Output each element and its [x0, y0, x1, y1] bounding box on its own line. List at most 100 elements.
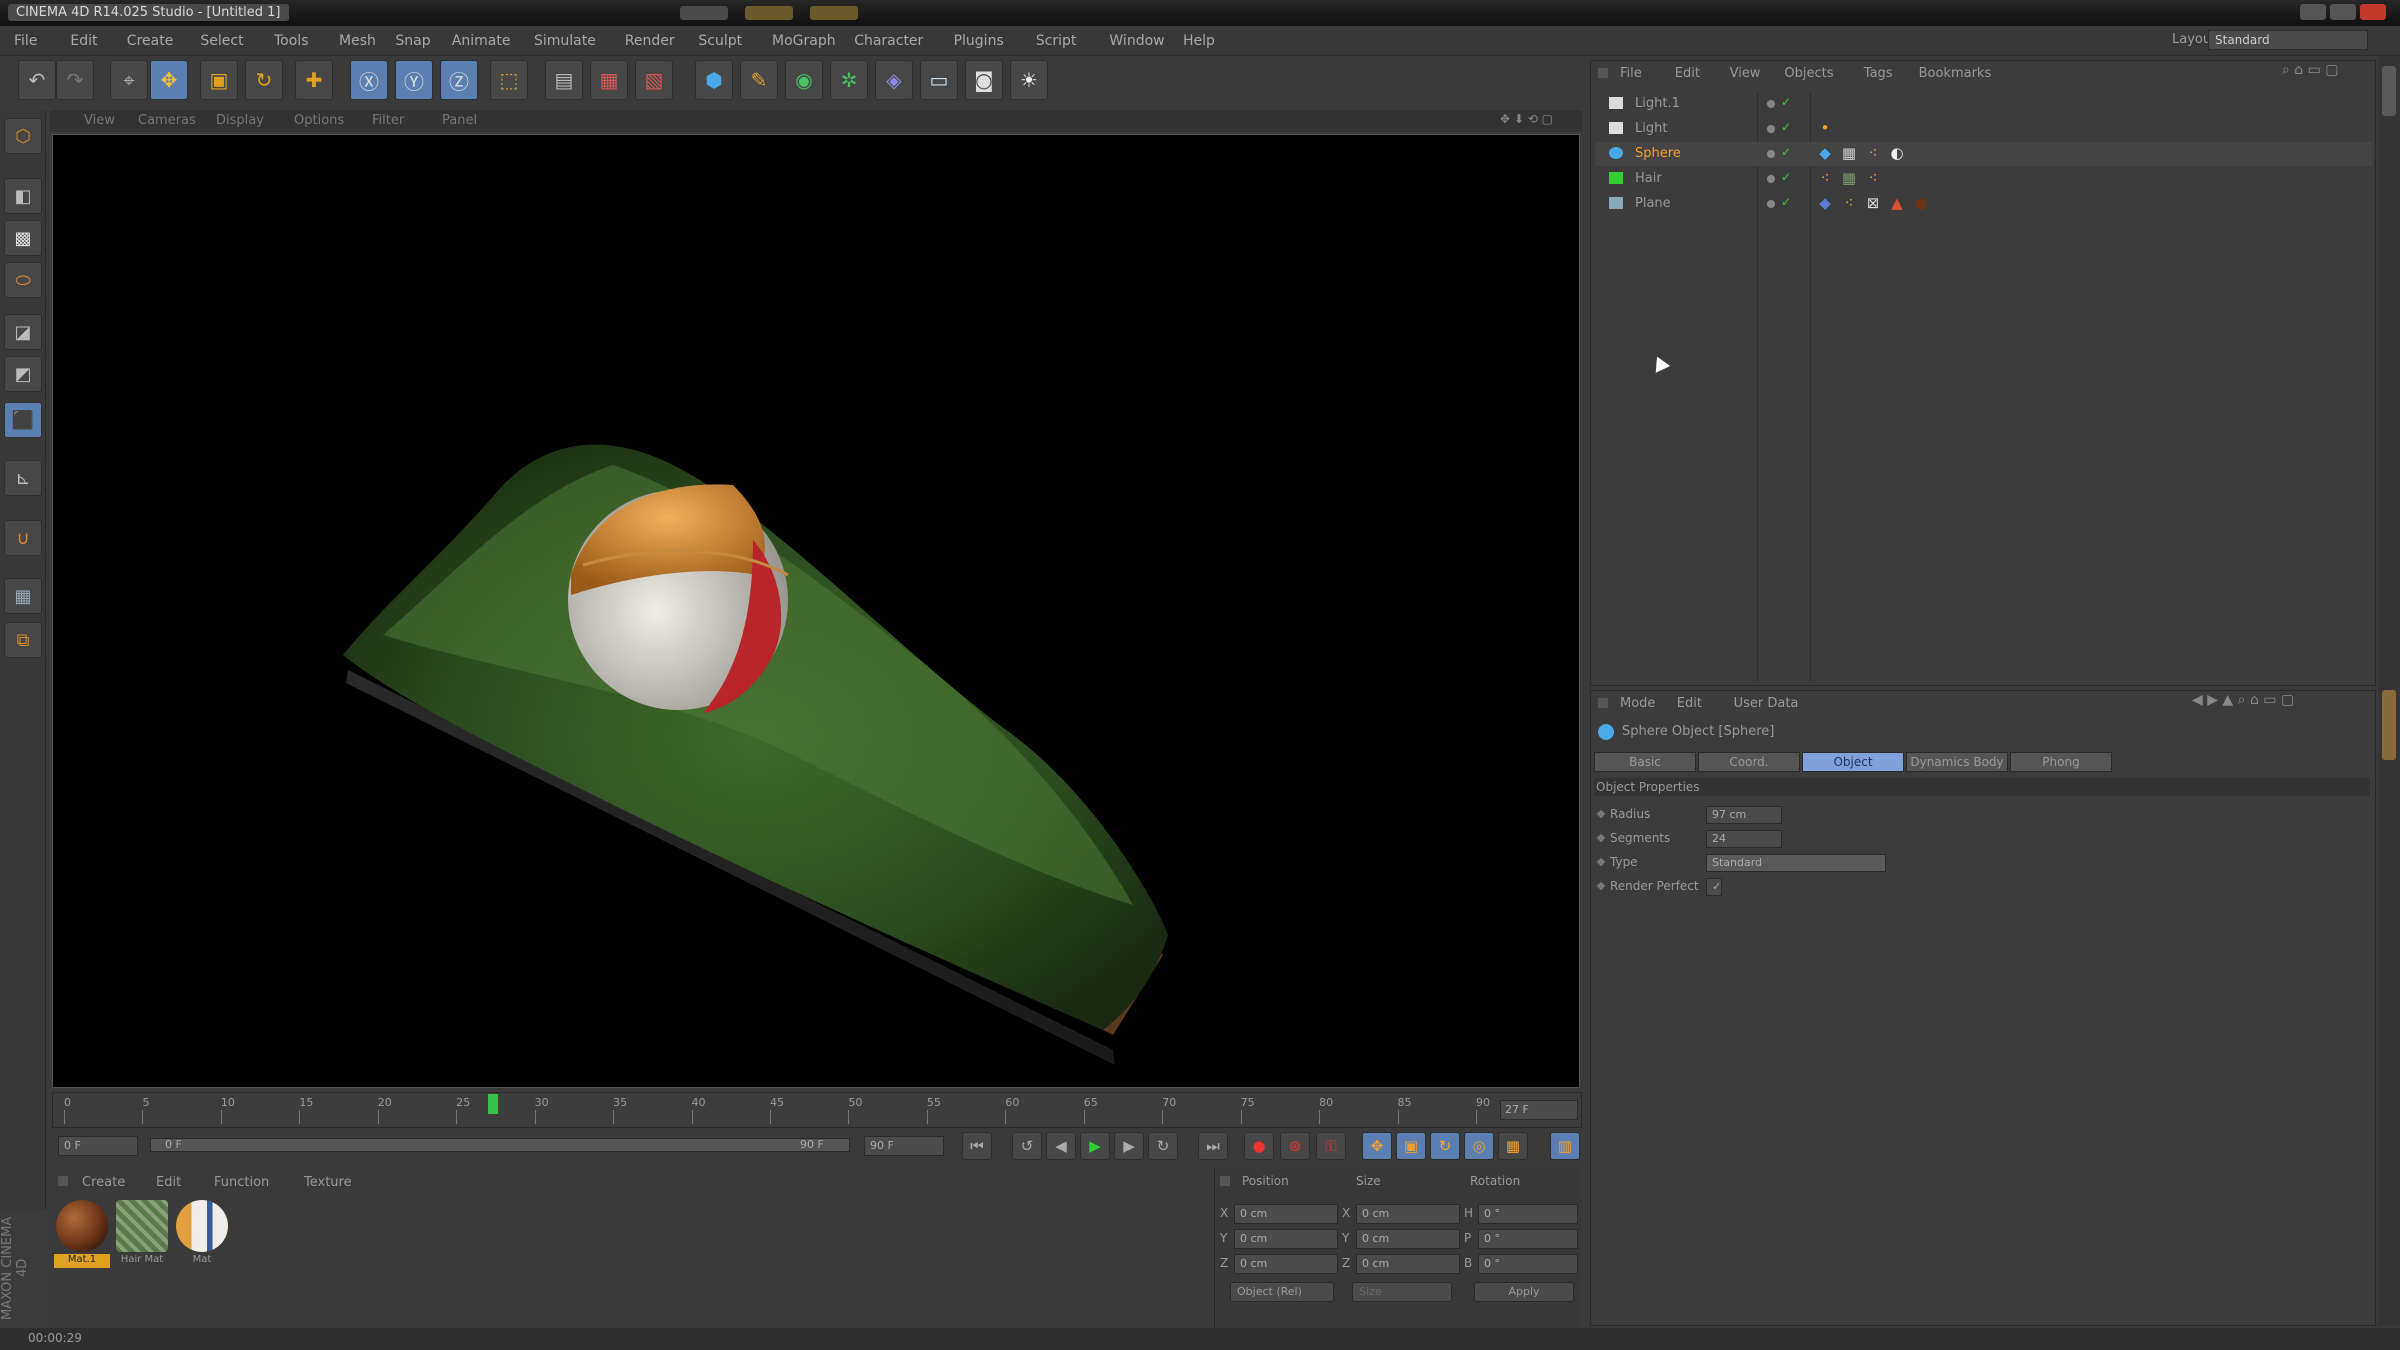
viewport-menu-panel[interactable]: Panel	[442, 113, 477, 128]
undo-icon[interactable]: ↶	[18, 60, 56, 100]
coordinate-mode-select[interactable]: Object (Rel)	[1230, 1282, 1334, 1302]
viewport-menu-display[interactable]: Display	[216, 113, 264, 128]
deformer-icon[interactable]: ◈	[875, 60, 913, 100]
end-frame-field[interactable]: 90 F	[864, 1136, 944, 1156]
cube-object-icon[interactable]: ⬢	[695, 60, 733, 100]
menu-script[interactable]: Script	[1036, 33, 1077, 49]
object-tag-icon[interactable]: ●	[1912, 194, 1930, 212]
visibility-dots-icon[interactable]	[1767, 100, 1775, 108]
menu-create[interactable]: Create	[127, 33, 174, 49]
play-icon[interactable]: ▶	[1080, 1132, 1110, 1160]
go-to-start-icon[interactable]: ⏮	[962, 1132, 992, 1160]
live-selection-icon[interactable]: ⌖	[110, 60, 148, 100]
menu-file[interactable]: File	[14, 33, 37, 49]
object-tag-icon[interactable]: ◆	[1816, 194, 1834, 212]
viewport-nav-icons[interactable]: ✥ ⬇ ⟲ ▢	[1500, 112, 1553, 126]
recent-tool-icon[interactable]: ✚	[295, 60, 333, 100]
object-tag-icon[interactable]: ⊠	[1864, 194, 1882, 212]
object-tag-icon[interactable]: ⁖	[1864, 144, 1882, 162]
apply-button[interactable]: Apply	[1474, 1282, 1574, 1302]
edges-mode-icon[interactable]: ◩	[4, 356, 42, 392]
tab-basic[interactable]: Basic	[1594, 752, 1696, 772]
visibility-dots-icon[interactable]	[1767, 150, 1775, 158]
workplane-grid-icon[interactable]: ▦	[4, 578, 42, 614]
next-key-icon[interactable]: ↻	[1148, 1132, 1178, 1160]
object-tag-icon[interactable]: ⁖	[1864, 169, 1882, 187]
minimize-button[interactable]	[2300, 4, 2326, 20]
points-mode-icon[interactable]: ◪	[4, 314, 42, 350]
object-menu-file[interactable]: File	[1620, 66, 1642, 81]
menu-render[interactable]: Render	[625, 33, 675, 49]
size-field[interactable]: 0 cm	[1356, 1229, 1460, 1249]
material-swatch[interactable]: Mat	[174, 1198, 230, 1270]
property-field-radius[interactable]: 97 cm	[1706, 806, 1782, 824]
go-to-end-icon[interactable]: ⏭	[1198, 1132, 1228, 1160]
3d-viewport[interactable]	[52, 134, 1580, 1088]
taskbar-tab[interactable]	[745, 6, 793, 20]
menu-animate[interactable]: Animate	[452, 33, 511, 49]
enabled-check-icon[interactable]: ✓	[1781, 145, 1791, 159]
tab-phong[interactable]: Phong	[2010, 752, 2112, 772]
tab-dynamics-body[interactable]: Dynamics Body	[1906, 752, 2008, 772]
next-frame-icon[interactable]: ▶	[1114, 1132, 1144, 1160]
menu-edit[interactable]: Edit	[70, 33, 97, 49]
viewport-menu-view[interactable]: View	[84, 113, 115, 128]
scale-tool-icon[interactable]: ▣	[200, 60, 238, 100]
key-point-level-icon[interactable]: ▦	[1498, 1132, 1528, 1160]
menu-plugins[interactable]: Plugins	[954, 33, 1004, 49]
locked-workplane-icon[interactable]: ⧉	[4, 622, 42, 658]
visibility-dots-icon[interactable]	[1767, 200, 1775, 208]
record-icon[interactable]: ●	[1244, 1132, 1274, 1160]
timeline-window-icon[interactable]: ▥	[1550, 1132, 1580, 1160]
model-mode-icon[interactable]: ◧	[4, 178, 42, 214]
object-name[interactable]: Light	[1635, 121, 1667, 136]
viewport-menu-cameras[interactable]: Cameras	[138, 113, 196, 128]
preview-range-slider[interactable]	[150, 1138, 850, 1152]
rotation-field[interactable]: 0 °	[1478, 1204, 1578, 1224]
material-menu-texture[interactable]: Texture	[304, 1175, 352, 1190]
array-icon[interactable]: ✲	[830, 60, 868, 100]
object-menu-view[interactable]: View	[1730, 66, 1761, 81]
key-position-icon[interactable]: ✥	[1362, 1132, 1392, 1160]
texture-mode-icon[interactable]: ▩	[4, 220, 42, 256]
object-tag-icon[interactable]: •	[1816, 119, 1834, 137]
attributes-nav-icons[interactable]: ◀ ▶ ▲ ⌕ ⌂ ▭ ▢	[2192, 692, 2294, 708]
tab-object[interactable]: Object	[1802, 752, 1904, 772]
menu-window[interactable]: Window	[1109, 33, 1164, 49]
menu-mesh[interactable]: Mesh	[339, 33, 376, 49]
object-tag-icon[interactable]: ▦	[1840, 144, 1858, 162]
enabled-check-icon[interactable]: ✓	[1781, 195, 1791, 209]
object-name[interactable]: Hair	[1635, 171, 1662, 186]
menu-simulate[interactable]: Simulate	[534, 33, 596, 49]
start-frame-field[interactable]: 0 F	[58, 1136, 138, 1156]
object-tag-icon[interactable]: ⁖	[1840, 194, 1858, 212]
attributes-menu-edit[interactable]: Edit	[1677, 696, 1702, 711]
object-manager-search-icon[interactable]: ⌕ ⌂ ▭ ▢	[2282, 62, 2339, 78]
timeline-playhead[interactable]	[487, 1094, 498, 1114]
spline-pen-icon[interactable]: ✎	[740, 60, 778, 100]
rotation-field[interactable]: 0 °	[1478, 1229, 1578, 1249]
rotate-tool-icon[interactable]: ↻	[245, 60, 283, 100]
menu-select[interactable]: Select	[200, 33, 243, 49]
object-menu-bookmarks[interactable]: Bookmarks	[1919, 66, 1992, 81]
workplane-icon[interactable]: ⬭	[4, 262, 42, 298]
object-tag-icon[interactable]: ◆	[1816, 144, 1834, 162]
position-field[interactable]: 0 cm	[1234, 1229, 1338, 1249]
object-tag-icon[interactable]: ▦	[1840, 169, 1858, 187]
size-mode-select[interactable]: Size	[1352, 1282, 1452, 1302]
rail-attributes-tab[interactable]	[2382, 690, 2396, 760]
object-menu-edit[interactable]: Edit	[1675, 66, 1700, 81]
z-axis-icon[interactable]: Ⓩ	[440, 60, 478, 100]
taskbar-tab[interactable]	[810, 6, 858, 20]
menu-sculpt[interactable]: Sculpt	[698, 33, 742, 49]
x-axis-icon[interactable]: Ⓧ	[350, 60, 388, 100]
polygons-mode-icon[interactable]: ⬛	[4, 402, 42, 438]
key-parameter-icon[interactable]: ◎	[1464, 1132, 1494, 1160]
object-tag-icon[interactable]: ⁖	[1816, 169, 1834, 187]
object-tag-icon[interactable]: ▲	[1888, 194, 1906, 212]
floor-icon[interactable]: ▭	[920, 60, 958, 100]
material-menu-create[interactable]: Create	[82, 1175, 125, 1190]
maximize-button[interactable]	[2330, 4, 2356, 20]
autokey-icon[interactable]: ⊛	[1280, 1132, 1310, 1160]
object-name[interactable]: Plane	[1635, 196, 1671, 211]
